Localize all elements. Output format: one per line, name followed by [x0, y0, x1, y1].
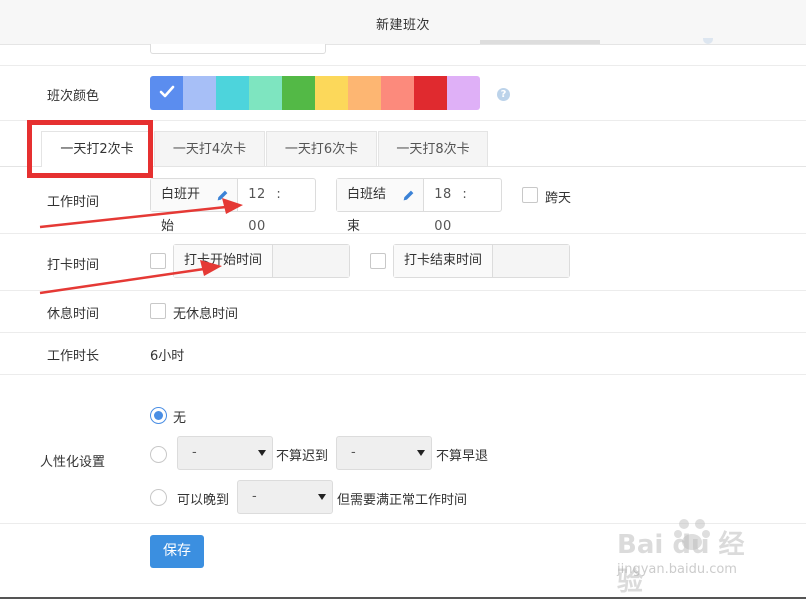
- arrow-line-2: [39, 267, 205, 295]
- arrow-head-2: [200, 260, 222, 276]
- watermark-brand: Bai du 经验: [617, 530, 745, 597]
- arrow-line-1: [39, 205, 227, 229]
- watermark: Bai du 经验 jingyan.baidu.com: [617, 512, 767, 597]
- arrow-head-1: [222, 198, 243, 214]
- watermark-url: jingyan.baidu.com: [617, 562, 737, 577]
- annotation-arrows: [39, 198, 243, 295]
